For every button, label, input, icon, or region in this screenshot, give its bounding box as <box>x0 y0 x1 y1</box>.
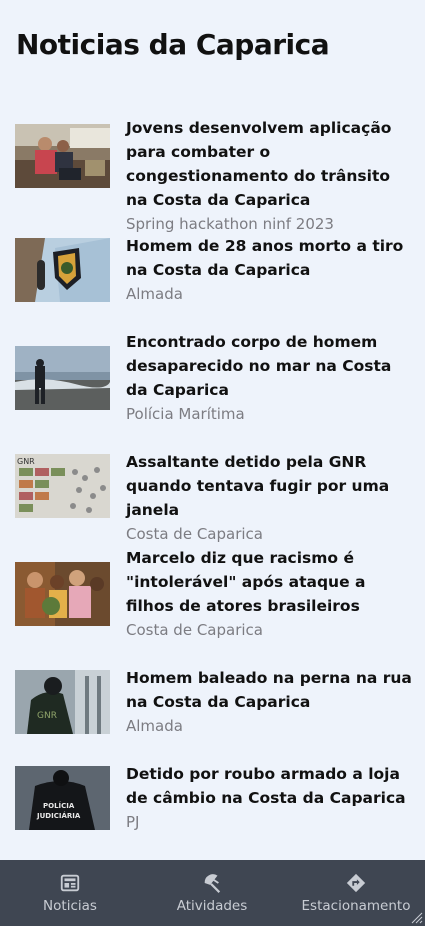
news-headline[interactable]: Homem baleado na perna na rua na Costa d… <box>126 666 416 714</box>
resize-grip-icon[interactable] <box>411 912 423 924</box>
newspaper-icon <box>60 874 80 892</box>
bottom-nav: Noticias Atividades Estacionamento <box>0 860 425 926</box>
news-thumbnail[interactable] <box>15 238 110 302</box>
news-source: Spring hackathon ninf 2023 <box>126 215 334 233</box>
nav-label: Noticias <box>43 898 97 914</box>
nav-item-estacionamento[interactable]: Estacionamento <box>296 860 416 926</box>
svg-text:POLÍCIA: POLÍCIA <box>43 801 75 810</box>
news-thumbnail[interactable] <box>15 562 110 626</box>
news-source: Almada <box>126 285 183 303</box>
news-source: PJ <box>126 813 140 831</box>
news-thumbnail[interactable]: POLÍCIA JUDICIÁRIA <box>15 766 110 830</box>
news-source: Polícia Marítima <box>126 405 245 423</box>
news-thumbnail[interactable]: GNR <box>15 454 110 518</box>
news-source: Almada <box>126 717 183 735</box>
news-source: Costa de Caparica <box>126 621 263 639</box>
news-thumbnail[interactable] <box>15 346 110 410</box>
news-headline[interactable]: Jovens desenvolvem aplicação para combat… <box>126 116 416 212</box>
news-headline[interactable]: Homem de 28 anos morto a tiro na Costa d… <box>126 234 416 282</box>
page-title: Noticias da Caparica <box>16 28 330 61</box>
nav-label: Estacionamento <box>301 898 411 914</box>
news-headline[interactable]: Detido por roubo armado a loja de câmbio… <box>126 762 416 810</box>
beach-umbrella-icon <box>204 874 221 893</box>
svg-text:GNR: GNR <box>17 457 35 466</box>
news-headline[interactable]: Assaltante detido pela GNR quando tentav… <box>126 450 416 522</box>
nav-item-noticias[interactable]: Noticias <box>10 860 130 926</box>
svg-text:JUDICIÁRIA: JUDICIÁRIA <box>36 811 81 820</box>
svg-text:GNR: GNR <box>37 711 57 721</box>
news-thumbnail[interactable]: GNR <box>15 670 110 734</box>
news-headline[interactable]: Marcelo diz que racismo é "intolerável" … <box>126 546 416 618</box>
news-thumbnail[interactable] <box>15 124 110 188</box>
nav-item-atividades[interactable]: Atividades <box>152 860 272 926</box>
news-source: Costa de Caparica <box>126 525 263 543</box>
directions-icon <box>346 873 366 893</box>
nav-label: Atividades <box>176 898 248 914</box>
news-headline[interactable]: Encontrado corpo de homem desaparecido n… <box>126 330 416 402</box>
